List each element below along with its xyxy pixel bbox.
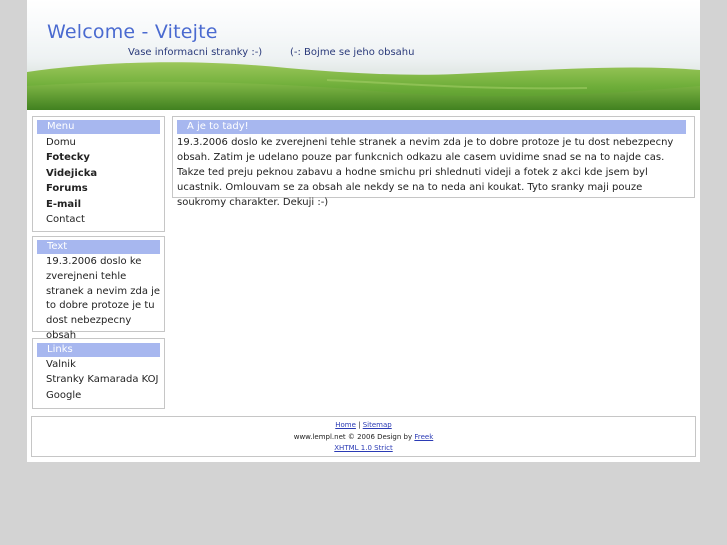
menu-item-email[interactable]: E-mail	[46, 197, 97, 212]
text-panel-body: 19.3.2006 doslo ke zverejneni tehle stra…	[46, 256, 161, 341]
links-list: Valnik Stranky Kamarada KOJ Google	[46, 357, 158, 403]
footer-nav: Home | Sitemap	[32, 420, 695, 432]
menu-item-contact[interactable]: Contact	[46, 212, 97, 227]
xhtml-validator-link[interactable]: XHTML 1.0 Strict	[334, 444, 392, 452]
text-panel: Text 19.3.2006 doslo ke zverejneni tehle…	[32, 236, 165, 341]
menu-item-videjicka[interactable]: Videjicka	[46, 166, 97, 181]
slogan-right: (-: Bojme se jeho obsahu	[290, 47, 415, 58]
header-banner: Welcome - Vitejte Vase informacni strank…	[27, 0, 700, 110]
menu-item-forums[interactable]: Forums	[46, 181, 97, 196]
footer-copyright: www.lempl.net © 2006 Design by Freek	[32, 432, 695, 444]
menu-item-fotecky[interactable]: Fotecky	[46, 150, 97, 165]
designer-link[interactable]: Freek	[414, 433, 433, 441]
links-title: Links	[37, 343, 160, 357]
copyright-text: www.lempl.net © 2006 Design by	[293, 432, 415, 441]
slogan-left: Vase informacni stranky :-)	[128, 47, 263, 58]
page-container: Welcome - Vitejte Vase informacni strank…	[27, 0, 700, 462]
link-stranky-kamarada[interactable]: Stranky Kamarada KOJ	[46, 372, 158, 387]
footer-home-link[interactable]: Home	[335, 421, 356, 429]
main-title: A je to tady!	[177, 120, 686, 134]
links-panel: Links Valnik Stranky Kamarada KOJ Google	[32, 338, 165, 409]
link-valnik[interactable]: Valnik	[46, 357, 158, 372]
menu-title: Menu	[37, 120, 160, 134]
footer: Home | Sitemap www.lempl.net © 2006 Desi…	[31, 416, 696, 457]
footer-sitemap-link[interactable]: Sitemap	[363, 421, 392, 429]
site-title: Welcome - Vitejte	[47, 21, 218, 43]
menu-list: Domu Fotecky Videjicka Forums E-mail Con…	[46, 135, 97, 227]
menu-panel: Menu Domu Fotecky Videjicka Forums E-mai…	[32, 116, 165, 232]
footer-separator: |	[355, 421, 363, 429]
main-content-panel: A je to tady! 19.3.2006 doslo ke zverejn…	[172, 116, 695, 208]
footer-validator: XHTML 1.0 Strict	[32, 443, 695, 455]
menu-item-domu[interactable]: Domu	[46, 135, 97, 150]
text-panel-title: Text	[37, 240, 160, 254]
link-google[interactable]: Google	[46, 388, 158, 403]
main-body-text: 19.3.2006 doslo ke zverejneni tehle stra…	[177, 137, 674, 208]
